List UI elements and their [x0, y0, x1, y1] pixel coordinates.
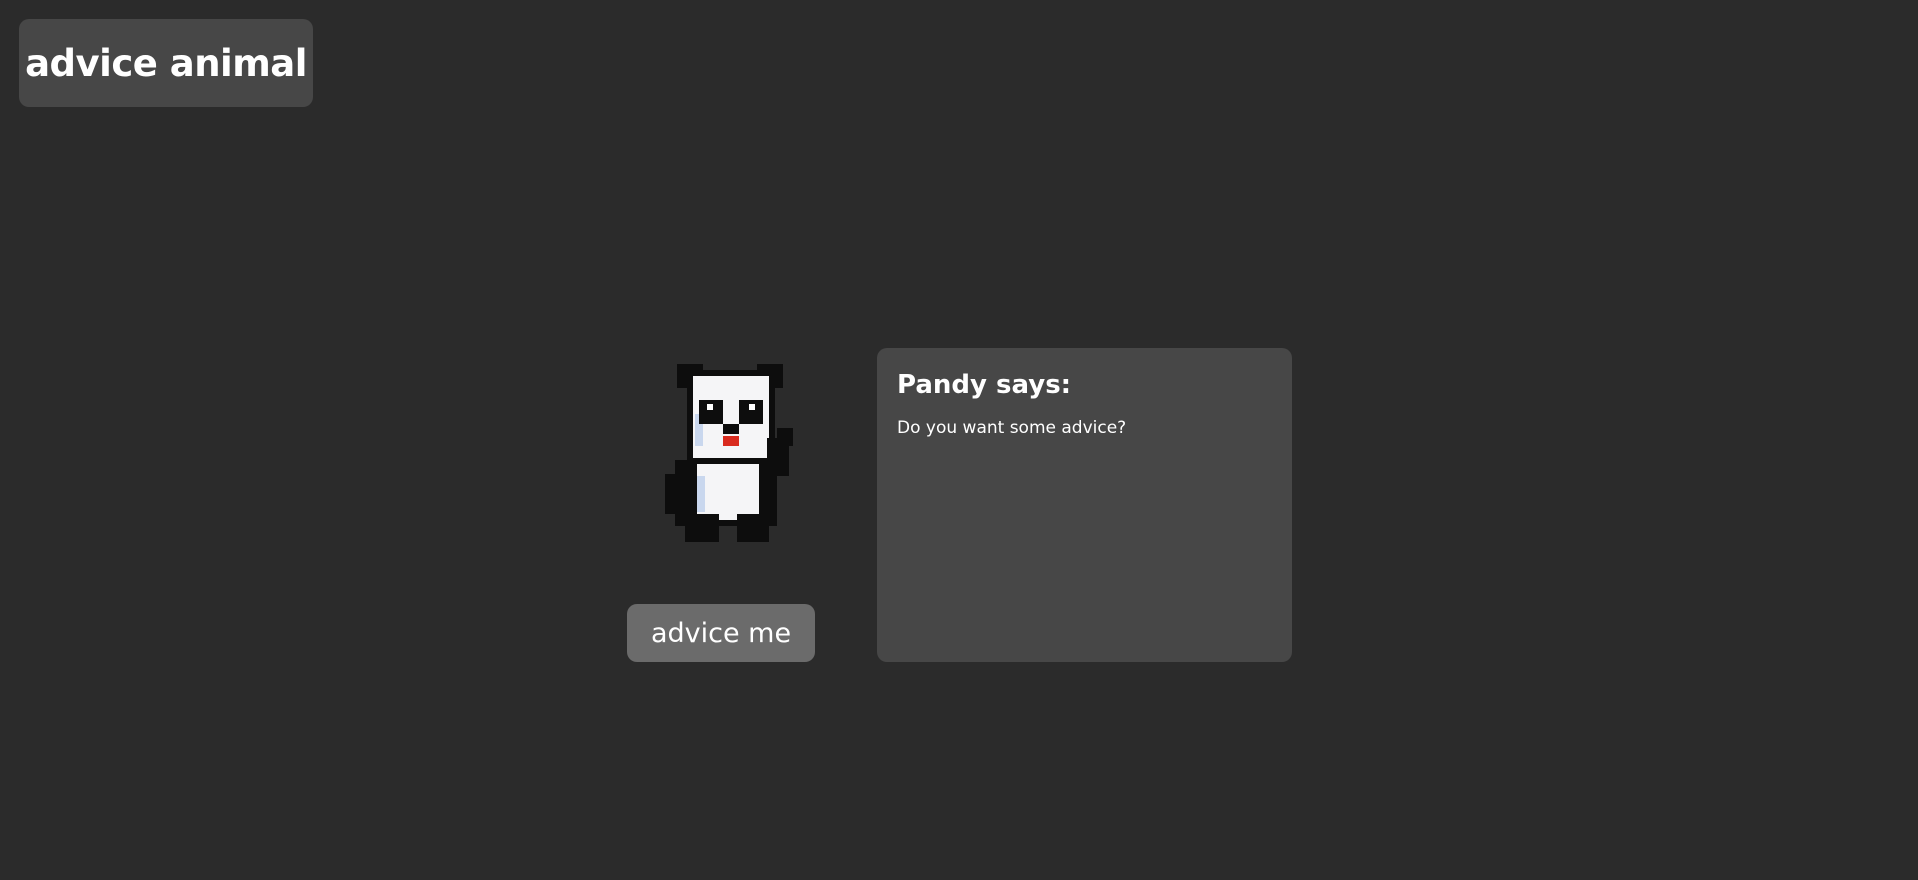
app-title: advice animal: [19, 19, 313, 107]
advice-me-button-label: advice me: [650, 617, 792, 649]
panda-icon: [659, 364, 805, 542]
speech-panel: Pandy says: Do you want some advice?: [877, 348, 1292, 662]
speaker-heading: Pandy says:: [897, 370, 1072, 400]
advice-message: Do you want some advice?: [897, 418, 1127, 438]
advice-me-button[interactable]: advice me: [627, 604, 815, 662]
app-title-text: advice animal: [25, 41, 307, 85]
